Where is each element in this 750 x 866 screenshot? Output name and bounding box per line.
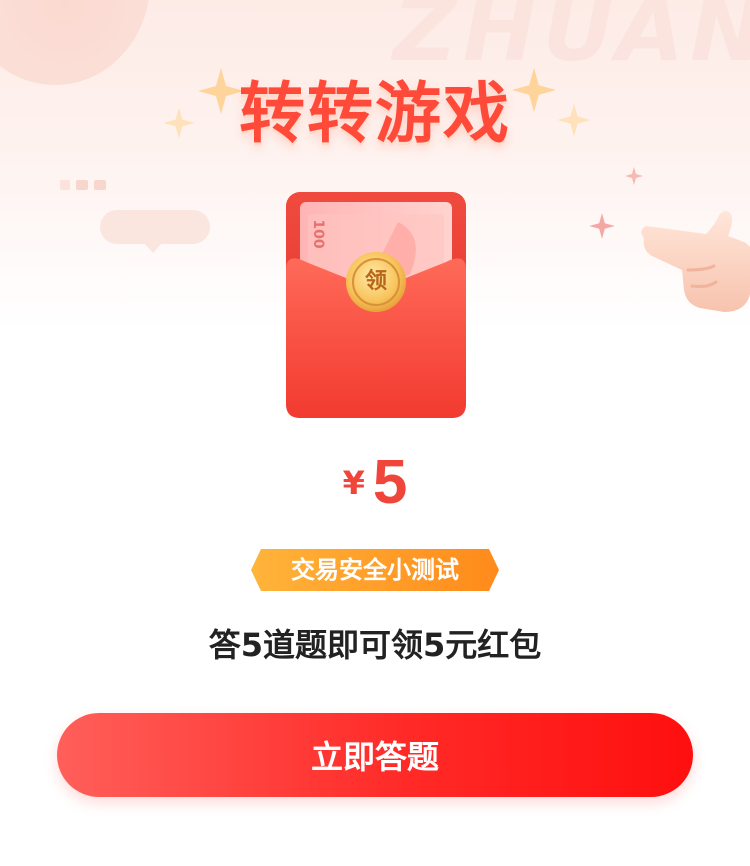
badge-label: 交易安全小测试 (291, 556, 459, 584)
pointing-hand-icon (641, 211, 750, 312)
reward-amount: ¥5 (0, 447, 750, 517)
coin-label: 领 (364, 269, 387, 294)
decorative-dots (60, 180, 108, 190)
currency-symbol: ¥ (342, 463, 365, 502)
reward-description: 答5道题即可领5元红包 (208, 626, 542, 664)
decorative-bubble (100, 210, 210, 253)
amount-value: 5 (372, 448, 408, 517)
banknote-denomination: 100 (310, 219, 326, 249)
sparkle-icon (589, 213, 615, 239)
page-title: 转转游戏 (239, 75, 511, 152)
reward-popup: ZHUAN 转转游戏 领 100 ¥ 5 交易安全小测试 答5道题即可领5元红包… (0, 0, 750, 866)
sparkle-icon (624, 166, 644, 186)
start-quiz-button[interactable]: 立即答题 (57, 713, 693, 797)
quiz-badge: 交易安全小测试 (251, 549, 499, 591)
